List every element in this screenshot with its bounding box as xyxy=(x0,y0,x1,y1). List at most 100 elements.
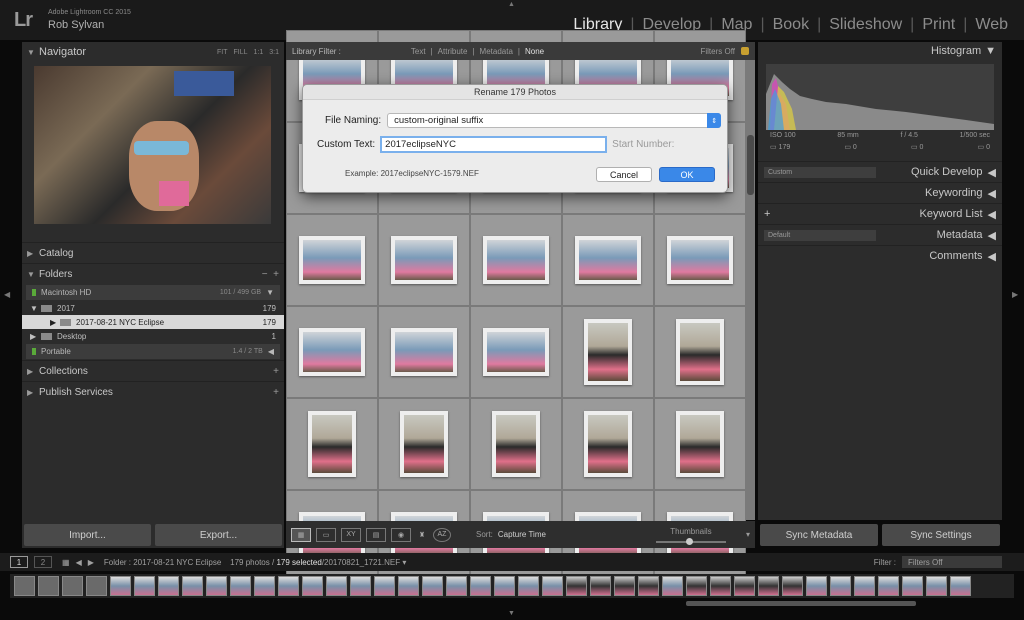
filmstrip-thumbnail[interactable] xyxy=(230,576,251,596)
navigator-header[interactable]: ▼ Navigator FIT FILL 1:1 3:1 xyxy=(22,42,284,62)
right-panel-toggle-icon[interactable]: ▶ xyxy=(1012,290,1018,299)
photo-thumbnail[interactable] xyxy=(308,411,356,477)
grid-cell[interactable] xyxy=(562,214,654,306)
zoom-fit[interactable]: FIT xyxy=(217,49,228,56)
export-button[interactable]: Export... xyxy=(155,524,282,546)
module-print[interactable]: Print xyxy=(914,16,963,34)
source-breadcrumb[interactable]: Folder : 2017-08-21 NYC Eclipse 179 phot… xyxy=(104,558,406,567)
filmstrip-thumbnail[interactable] xyxy=(86,576,107,596)
grid-cell[interactable] xyxy=(470,398,562,490)
filmstrip-thumbnail[interactable] xyxy=(518,576,539,596)
metadata-preset[interactable]: Default xyxy=(764,230,876,241)
filmstrip-thumbnail[interactable] xyxy=(734,576,755,596)
filmstrip-thumbnail[interactable] xyxy=(614,576,635,596)
filmstrip-thumbnail[interactable] xyxy=(566,576,587,596)
import-button[interactable]: Import... xyxy=(24,524,151,546)
folder-row-nyc-eclipse[interactable]: ▶ 2017-08-21 NYC Eclipse 179 xyxy=(22,315,284,329)
grid-icon[interactable]: ▦ xyxy=(62,558,70,567)
compare-view-icon[interactable]: XY xyxy=(341,528,361,542)
filmstrip-thumbnail[interactable] xyxy=(38,576,59,596)
left-panel-toggle-icon[interactable]: ◀ xyxy=(4,290,10,299)
add-collection-icon[interactable]: + xyxy=(273,366,279,377)
filmstrip-thumbnail[interactable] xyxy=(662,576,683,596)
photo-thumbnail[interactable] xyxy=(492,411,540,477)
grid-scrollbar[interactable] xyxy=(746,60,755,520)
filmstrip-thumbnail[interactable] xyxy=(158,576,179,596)
zoom-fill[interactable]: FILL xyxy=(234,49,248,56)
identity-plate[interactable]: Rob Sylvan xyxy=(48,19,104,31)
comments-header[interactable]: Comments ◀ xyxy=(758,245,1002,266)
filter-metadata[interactable]: Metadata xyxy=(480,47,513,56)
filter-presets[interactable]: Filters Off xyxy=(700,47,735,56)
filmstrip-thumbnail[interactable] xyxy=(542,576,563,596)
filmstrip-thumbnail[interactable] xyxy=(110,576,131,596)
histogram-graph[interactable] xyxy=(766,64,994,130)
filmstrip-filter-select[interactable]: Filters Off xyxy=(902,556,1002,568)
grid-cell[interactable] xyxy=(562,306,654,398)
metadata-header[interactable]: Default Metadata ◀ xyxy=(758,224,1002,245)
sync-metadata-button[interactable]: Sync Metadata xyxy=(760,524,878,546)
filter-none[interactable]: None xyxy=(525,47,544,56)
grid-cell[interactable] xyxy=(470,214,562,306)
folder-triangle-icon[interactable]: ▶ xyxy=(22,318,50,327)
filmstrip-thumbnail[interactable] xyxy=(254,576,275,596)
filmstrip-thumbnail[interactable] xyxy=(62,576,83,596)
lock-icon[interactable] xyxy=(741,47,749,55)
grid-cell[interactable] xyxy=(286,306,378,398)
grid-cell[interactable] xyxy=(654,398,746,490)
filmstrip-thumbnail[interactable] xyxy=(350,576,371,596)
filmstrip-thumbnail[interactable] xyxy=(278,576,299,596)
catalog-header[interactable]: ▶ Catalog xyxy=(22,242,284,263)
module-slideshow[interactable]: Slideshow xyxy=(821,16,910,34)
photo-thumbnail[interactable] xyxy=(400,411,448,477)
zoom-3-1[interactable]: 3:1 xyxy=(269,49,279,56)
filter-text[interactable]: Text xyxy=(411,47,426,56)
back-arrow-icon[interactable]: ◀ xyxy=(76,558,82,567)
filter-attribute[interactable]: Attribute xyxy=(438,47,468,56)
sort-direction-icon[interactable]: AZ xyxy=(433,528,451,542)
photo-thumbnail[interactable] xyxy=(667,236,733,284)
filmstrip-thumbnail[interactable] xyxy=(206,576,227,596)
folder-row-desktop[interactable]: ▶ Desktop 1 xyxy=(22,329,284,343)
sync-settings-button[interactable]: Sync Settings xyxy=(882,524,1000,546)
ok-button[interactable]: OK xyxy=(659,167,715,182)
filmstrip-scrollbar[interactable] xyxy=(686,601,916,606)
dropdown-arrows-icon[interactable]: ⇕ xyxy=(707,113,721,128)
photo-thumbnail[interactable] xyxy=(584,319,632,385)
navigator-preview[interactable] xyxy=(34,66,271,224)
photo-thumbnail[interactable] xyxy=(391,236,457,284)
volume-macintosh-hd[interactable]: Macintosh HD 101 / 499 GB ▼ xyxy=(26,285,280,300)
grid-cell[interactable] xyxy=(562,398,654,490)
filmstrip-thumbnail[interactable] xyxy=(806,576,827,596)
photo-thumbnail[interactable] xyxy=(391,328,457,376)
photo-thumbnail[interactable] xyxy=(676,319,724,385)
filmstrip-thumbnail[interactable] xyxy=(878,576,899,596)
collections-header[interactable]: ▶ Collections + xyxy=(22,360,284,381)
photo-thumbnail[interactable] xyxy=(575,236,641,284)
filmstrip-thumbnail[interactable] xyxy=(374,576,395,596)
filmstrip-thumbnail[interactable] xyxy=(854,576,875,596)
keyword-list-header[interactable]: + Keyword List ◀ xyxy=(758,203,1002,224)
grid-cell[interactable] xyxy=(654,306,746,398)
grid-scroll-thumb[interactable] xyxy=(747,135,754,195)
photo-thumbnail[interactable] xyxy=(483,328,549,376)
forward-arrow-icon[interactable]: ▶ xyxy=(88,558,94,567)
filmstrip-thumbnail[interactable] xyxy=(470,576,491,596)
slider-knob[interactable] xyxy=(686,538,693,545)
grid-cell[interactable] xyxy=(470,306,562,398)
filmstrip-thumbnail[interactable] xyxy=(782,576,803,596)
module-web[interactable]: Web xyxy=(967,16,1016,34)
grid-cell[interactable] xyxy=(286,398,378,490)
photo-thumbnail[interactable] xyxy=(584,411,632,477)
filmstrip-thumbnail[interactable] xyxy=(638,576,659,596)
histogram-header[interactable]: Histogram ▼ xyxy=(758,42,1002,60)
toolbar-menu-icon[interactable]: ▾ xyxy=(746,530,750,539)
sort-select[interactable]: Capture Time xyxy=(498,530,546,539)
filmstrip-thumbnail[interactable] xyxy=(302,576,323,596)
filmstrip-thumbnail[interactable] xyxy=(422,576,443,596)
filmstrip-toggle-icon[interactable]: ▼ xyxy=(508,610,515,617)
filmstrip-thumbnail[interactable] xyxy=(182,576,203,596)
loupe-view-icon[interactable]: ▭ xyxy=(316,528,336,542)
filmstrip-thumbnail[interactable] xyxy=(926,576,947,596)
photo-thumbnail[interactable] xyxy=(483,236,549,284)
